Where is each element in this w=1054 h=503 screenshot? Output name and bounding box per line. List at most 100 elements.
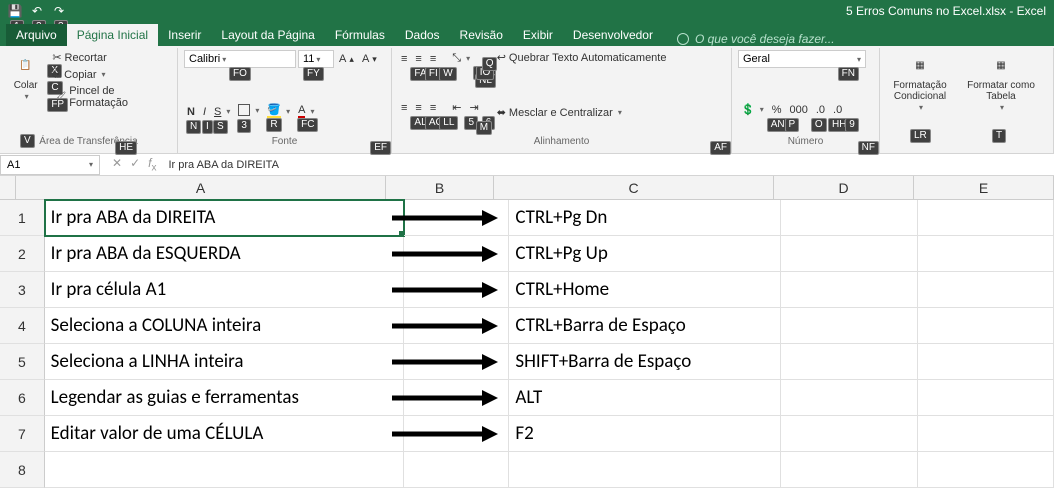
decrease-decimal-button[interactable]: .0 [830,103,845,117]
cell[interactable]: Seleciona a COLUNA inteira [45,308,404,344]
copy-button[interactable]: ⎘ Copiar ▾ C [49,67,171,82]
cell[interactable]: CTRL+Pg Dn [509,200,781,236]
cell[interactable] [404,236,509,272]
orientation-button[interactable]: ⤡▾ [449,51,473,66]
column-header[interactable]: A [16,176,386,200]
cell[interactable]: SHIFT+Barra de Espaço [509,344,781,380]
tab-file[interactable]: Arquivo [6,24,67,46]
cell[interactable] [918,416,1054,452]
name-box[interactable]: A1 ▾ [0,155,100,175]
tab-layout[interactable]: Layout da Página [211,24,324,46]
redo-icon[interactable]: ↷ [52,4,66,18]
tab-developer[interactable]: Desenvolvedor [563,24,663,46]
cut-button[interactable]: ✂ Recortar X [49,50,171,65]
cancel-icon[interactable]: ✕ [112,156,122,173]
cell[interactable] [918,380,1054,416]
row-header[interactable]: 2 [0,236,45,272]
cell[interactable]: Seleciona a LINHA inteira [45,344,404,380]
cell[interactable]: CTRL+Home [509,272,781,308]
undo-icon[interactable]: ↶ [30,4,44,18]
tab-view[interactable]: Exibir [513,24,563,46]
font-name-combo[interactable]: Calibri ▾ FO [184,50,296,68]
column-header[interactable]: D [774,176,914,200]
cell[interactable] [404,344,509,380]
italic-button[interactable]: I [200,105,209,119]
cell[interactable] [404,308,509,344]
row-header[interactable]: 5 [0,344,45,380]
currency-button[interactable]: 💲▾ [738,102,767,117]
tab-home[interactable]: Página Inicial [67,24,158,46]
increase-indent-button[interactable]: ⇥ [466,100,481,115]
column-header[interactable]: B [386,176,494,200]
bold-button[interactable]: N [184,105,198,119]
cell[interactable]: F2 [509,416,781,452]
row-header[interactable]: 1 [0,200,45,236]
cell[interactable] [918,344,1054,380]
decrease-font-button[interactable]: A▾ [359,52,380,66]
format-as-table-button[interactable]: ▦ Formatar como Tabela ▾ T [962,50,1040,145]
merge-center-button[interactable]: ⬌ Mesclar e Centralizar ▾ M Q [494,105,670,120]
cell[interactable] [781,200,917,236]
row-header[interactable]: 8 [0,452,45,488]
select-all-corner[interactable] [0,176,16,200]
cell[interactable] [509,452,781,488]
number-format-combo[interactable]: Geral ▾ FN [738,50,866,68]
align-right-button[interactable]: ≡ [427,101,439,115]
save-icon[interactable]: 💾 [8,4,22,18]
cell[interactable] [404,200,509,236]
wrap-text-button[interactable]: ↩ Quebrar Texto Automaticamente IO [494,50,670,65]
cell[interactable]: Editar valor de uma CÉLULA [45,416,404,452]
cell[interactable] [404,272,509,308]
cell[interactable] [404,380,509,416]
formula-input[interactable]: Ir pra ABA da DIREITA [162,159,1054,171]
cell[interactable]: CTRL+Barra de Espaço [509,308,781,344]
align-middle-button[interactable]: ≡ [412,52,424,66]
cell[interactable] [918,308,1054,344]
cell[interactable] [918,200,1054,236]
cell[interactable] [781,272,917,308]
column-header[interactable]: C [494,176,774,200]
borders-button[interactable]: ▾ [235,103,262,117]
row-header[interactable]: 6 [0,380,45,416]
increase-font-button[interactable]: A▴ [336,52,357,66]
cell[interactable] [781,380,917,416]
cell[interactable] [918,272,1054,308]
tab-formulas[interactable]: Fórmulas [325,24,395,46]
align-bottom-button[interactable]: ≡ [427,52,439,66]
cell[interactable]: ALT [509,380,781,416]
row-header[interactable]: 3 [0,272,45,308]
cell[interactable]: Ir pra célula A1 [45,272,404,308]
cell[interactable] [781,308,917,344]
cell[interactable] [45,452,404,488]
font-size-combo[interactable]: 11 ▾ FY [298,50,334,68]
increase-decimal-button[interactable]: .0 [813,103,828,117]
cell[interactable] [918,236,1054,272]
cell[interactable] [781,416,917,452]
cell[interactable]: Legendar as guias e ferramentas [45,380,404,416]
row-header[interactable]: 7 [0,416,45,452]
tab-insert[interactable]: Inserir [158,24,211,46]
cell[interactable] [781,236,917,272]
decrease-indent-button[interactable]: ⇤ [449,100,464,115]
align-top-button[interactable]: ≡ [398,52,410,66]
tell-me-search[interactable]: O que você deseja fazer... [663,32,835,46]
fx-icon[interactable]: fx [148,156,156,173]
cell[interactable]: Ir pra ABA da ESQUERDA [45,236,404,272]
cell[interactable] [404,452,509,488]
cell[interactable] [404,416,509,452]
align-left-button[interactable]: ≡ [398,101,410,115]
conditional-formatting-button[interactable]: ▦ Formatação Condicional ▾ LR [886,50,954,145]
row-header[interactable]: 4 [0,308,45,344]
align-center-button[interactable]: ≡ [412,101,424,115]
underline-button[interactable]: S▾ [211,105,233,119]
paste-button[interactable]: 📋 Colar ▾ V [6,50,45,134]
cell[interactable] [781,344,917,380]
column-header[interactable]: E [914,176,1054,200]
percent-button[interactable]: % [769,103,785,117]
thousands-button[interactable]: 000 [787,103,811,117]
cell[interactable] [781,452,917,488]
enter-icon[interactable]: ✓ [130,156,140,173]
format-painter-button[interactable]: 🖌 Pincel de Formatação FP [49,84,171,110]
cell[interactable]: CTRL+Pg Up [509,236,781,272]
tab-data[interactable]: Dados [395,24,450,46]
